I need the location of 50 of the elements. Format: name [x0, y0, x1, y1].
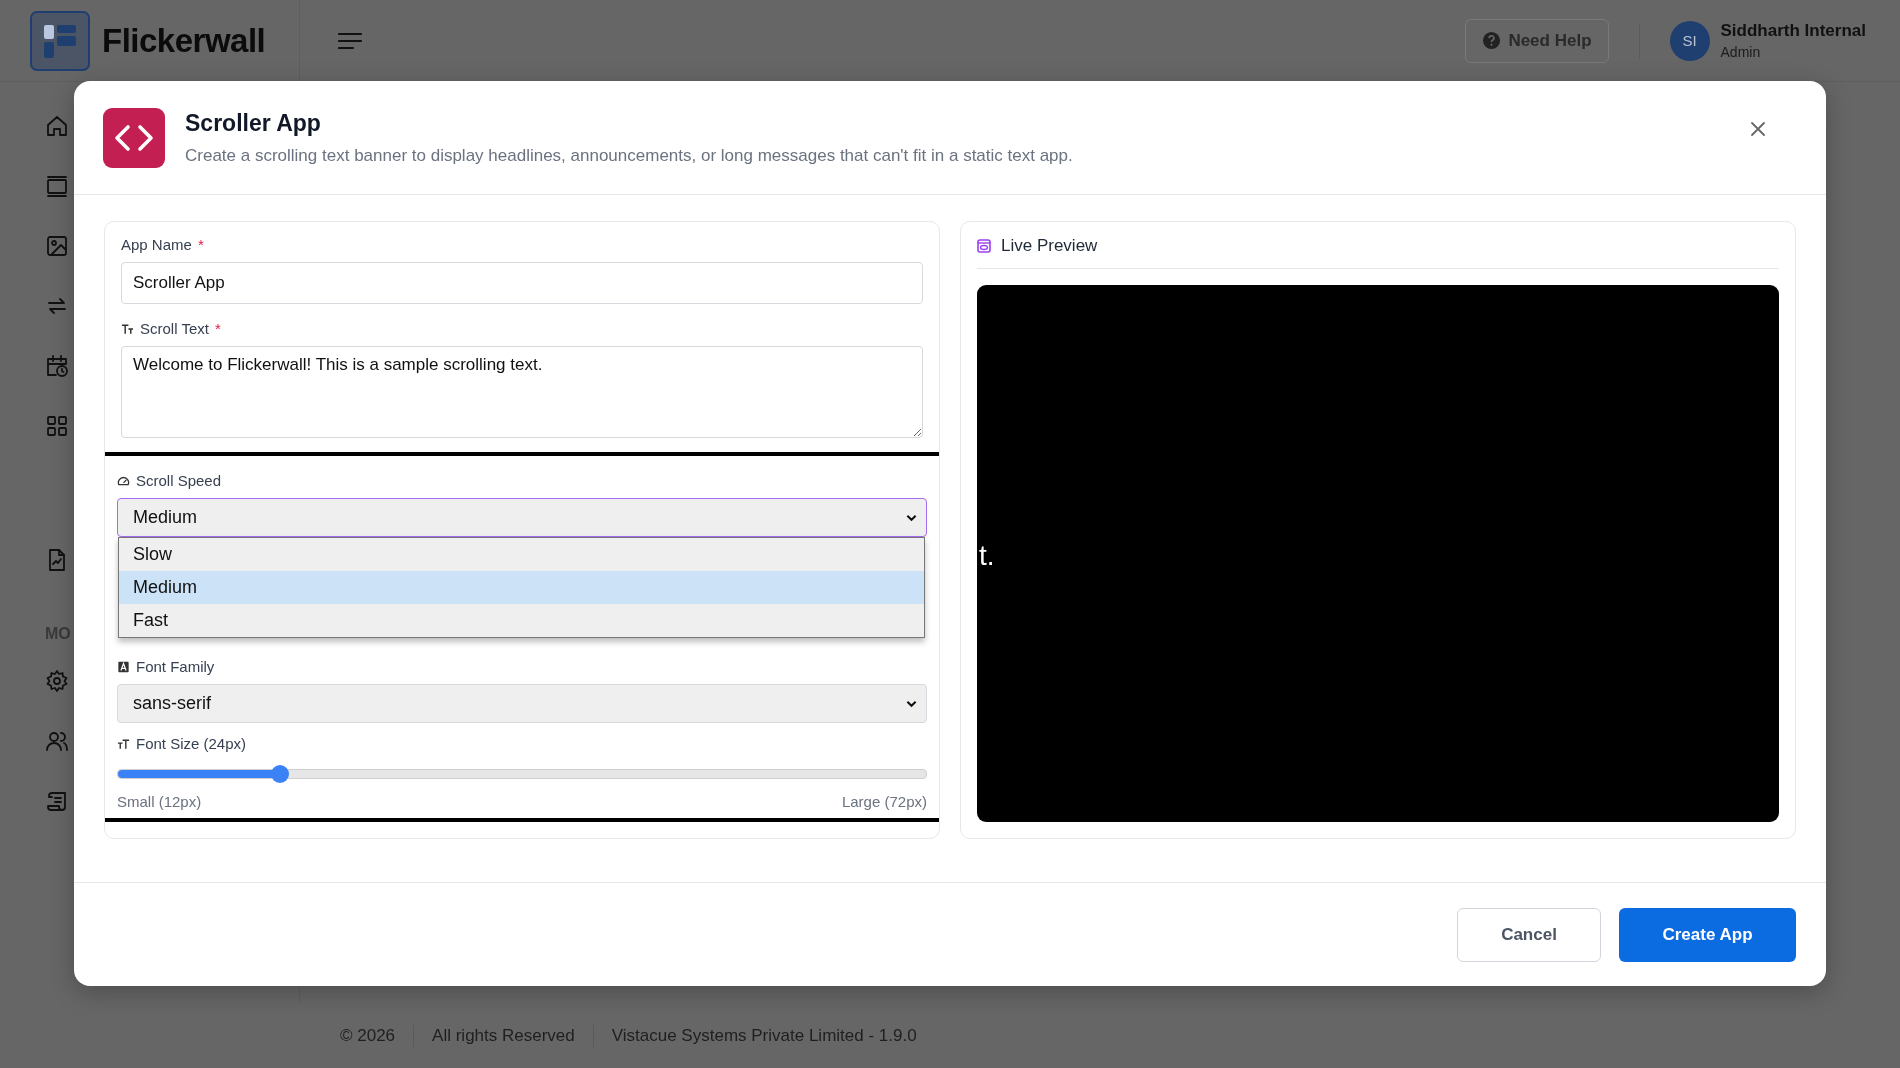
user-name: Siddharth Internal: [1720, 21, 1866, 41]
logo-icon: [30, 10, 90, 71]
home-icon[interactable]: [45, 114, 69, 138]
text-size-icon: [121, 322, 134, 335]
required-mark: *: [197, 236, 204, 253]
grid-icon[interactable]: [45, 414, 69, 438]
dialog-title: Scroller App: [185, 109, 322, 137]
dropdown-option[interactable]: Medium: [119, 571, 924, 604]
dialog-description: Create a scrolling text banner to display headlines, announcements, or long messages that can't fit in a static text app.: [185, 145, 1074, 166]
close-icon[interactable]: [1750, 121, 1766, 137]
settings-icon[interactable]: [45, 669, 69, 693]
max-label: Large (72px): [841, 793, 927, 810]
code-icon: [103, 107, 165, 168]
text-area[interactable]: Welcome to Flickerwall! This is a sample scrolling text.: [121, 346, 923, 438]
create-button[interactable]: Create App: [1619, 907, 1796, 962]
font-icon: [117, 660, 130, 673]
users-icon[interactable]: [45, 729, 69, 753]
min-label: Small (12px): [117, 793, 202, 810]
footer-text: All rights Reserved: [432, 1026, 575, 1046]
eye-icon: [977, 239, 991, 253]
scroll-icon[interactable]: [45, 789, 69, 813]
dropdown-option[interactable]: Fast: [119, 604, 924, 637]
user-role: Admin: [1720, 44, 1762, 60]
chevron-down-icon: [906, 699, 917, 708]
font-size-icon: [117, 737, 130, 750]
image-icon[interactable]: [45, 234, 69, 258]
brand-name: Flickerwall: [102, 21, 266, 60]
preview-title: Live Preview: [1001, 236, 1098, 256]
monitor-icon[interactable]: [45, 174, 69, 198]
help-icon: [1482, 31, 1502, 50]
menu-icon[interactable]: [338, 31, 362, 50]
field-label: Scroll Speed: [136, 472, 222, 489]
field-label: Font Size (24px): [136, 735, 247, 752]
slider-thumb[interactable]: [270, 765, 289, 783]
field-label: Scroll Text: [140, 320, 209, 337]
chevron-down-icon: [906, 513, 917, 522]
field-label: App Name: [121, 236, 192, 253]
required-mark: *: [214, 320, 221, 337]
user-avatar[interactable]: SI: [1669, 20, 1710, 61]
select-field[interactable]: Medium: [117, 498, 927, 537]
cancel-button[interactable]: Cancel: [1457, 907, 1601, 962]
select-field[interactable]: sans-serif: [117, 684, 927, 723]
calendar-icon[interactable]: [45, 354, 69, 378]
footer-text: © 2026: [340, 1026, 396, 1046]
scrolling-text: t.: [979, 539, 995, 572]
field-label: Font Family: [136, 658, 215, 675]
gauge-icon: [117, 474, 130, 487]
footer-text: Vistacue Systems Private Limited - 1.9.0: [611, 1026, 917, 1046]
text-input[interactable]: Scroller App: [121, 262, 923, 304]
dropdown-option[interactable]: Slow: [119, 538, 924, 571]
